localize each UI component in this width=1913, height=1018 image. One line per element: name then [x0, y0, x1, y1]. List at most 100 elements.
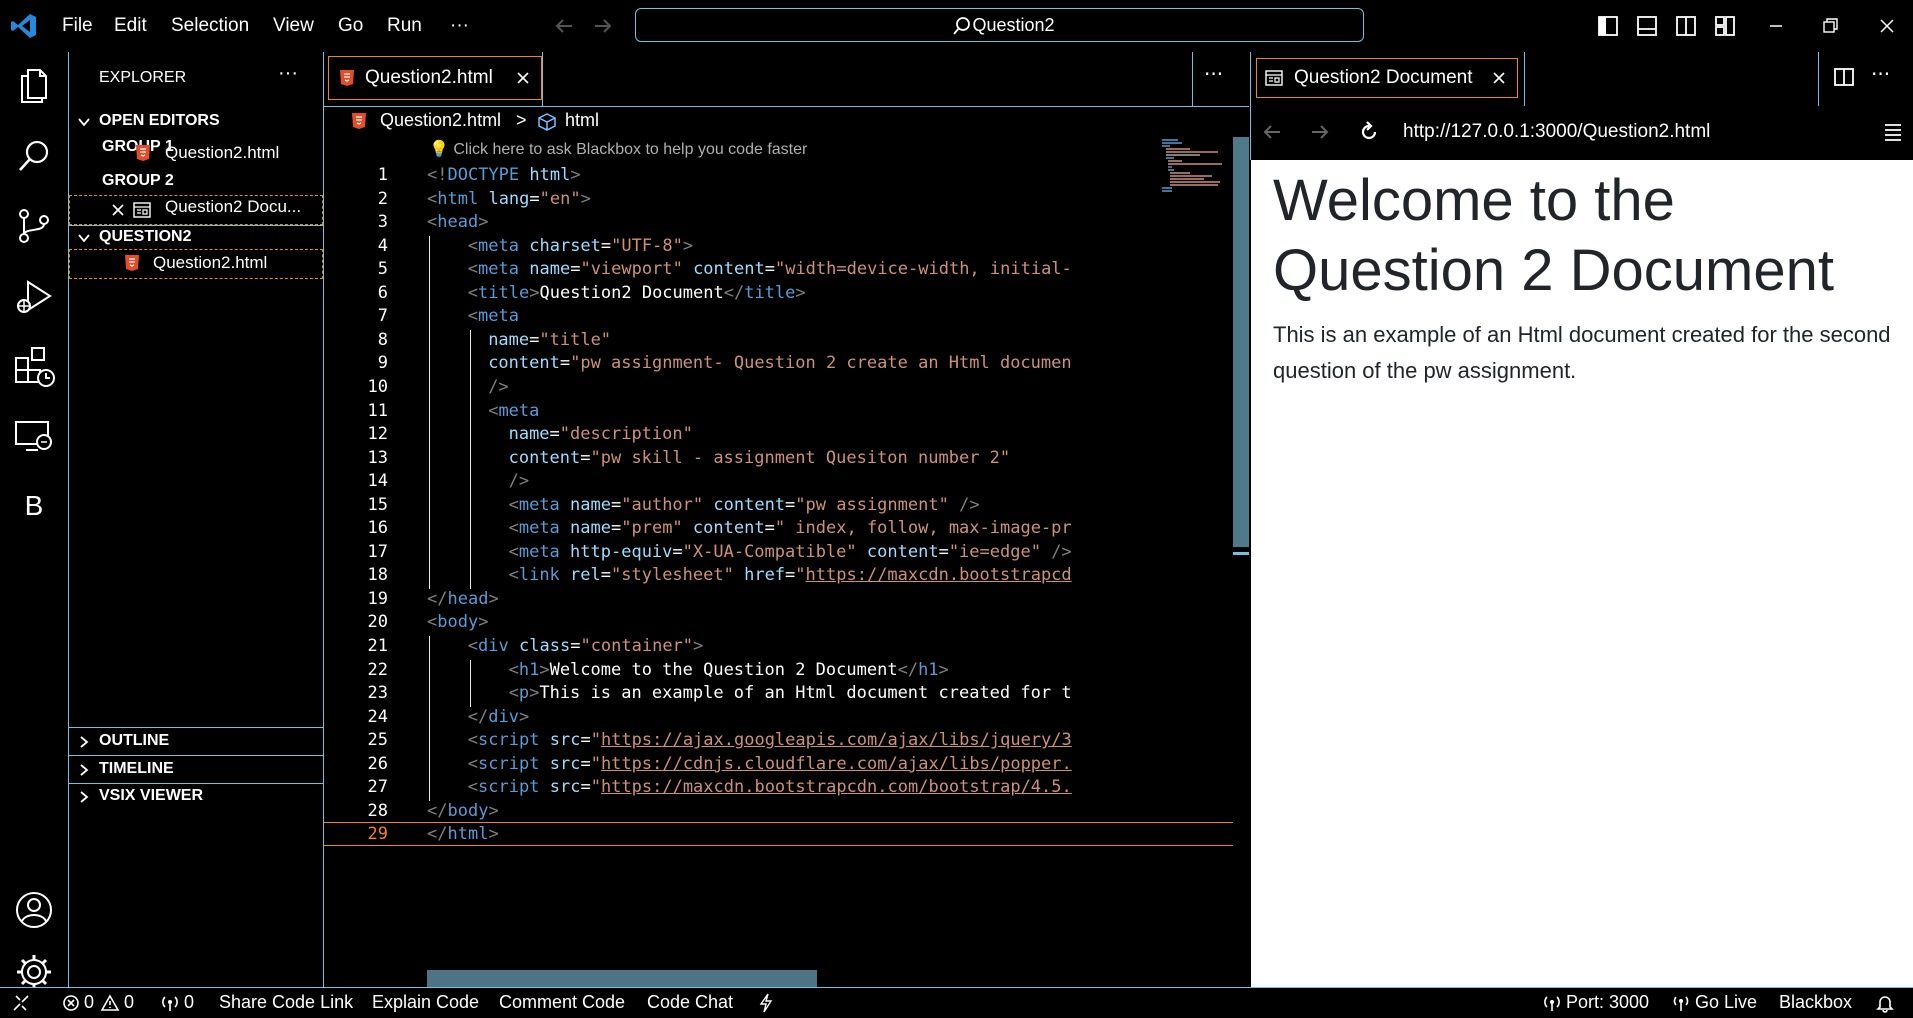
- blackbox-codelens[interactable]: 💡 Click here to ask Blackbox to help you…: [429, 139, 807, 159]
- notification-bell-icon[interactable]: [1875, 993, 1895, 1013]
- menu-edit[interactable]: Edit: [114, 0, 147, 52]
- warning-icon[interactable]: [101, 994, 119, 1012]
- breadcrumb-symbol[interactable]: html: [565, 110, 599, 131]
- line-number: 22: [367, 659, 388, 680]
- minimap[interactable]: [1160, 137, 1230, 197]
- editor-more-actions-button[interactable]: ···: [1204, 62, 1223, 86]
- go-live-button[interactable]: Go Live: [1695, 992, 1757, 1013]
- code-token: =: [570, 259, 581, 280]
- code-editor[interactable]: 💡 Click here to ask Blackbox to help you…: [324, 137, 1249, 987]
- search-icon[interactable]: [12, 134, 56, 178]
- chevron-right-icon[interactable]: [77, 790, 91, 804]
- remote-indicator-icon[interactable]: [12, 994, 30, 1012]
- code-token: meta: [478, 306, 519, 327]
- account-icon[interactable]: [12, 888, 56, 932]
- explain-code-button[interactable]: Explain Code: [372, 992, 479, 1013]
- menu-more[interactable]: ···: [450, 0, 469, 52]
- close-tab-icon[interactable]: [516, 71, 530, 85]
- code-token: https://ajax.googleapis.com/ajax/libs/jq…: [600, 730, 1072, 751]
- folder-file-question2-html[interactable]: Question2.html: [153, 253, 267, 273]
- broadcast-icon[interactable]: [160, 994, 180, 1012]
- error-icon[interactable]: [62, 994, 80, 1012]
- tab-question2-document[interactable]: Question2 Document: [1256, 58, 1518, 98]
- code-token: "viewport": [580, 259, 683, 280]
- comment-code-button[interactable]: Comment Code: [499, 992, 625, 1013]
- menu-go[interactable]: Go: [338, 0, 363, 52]
- code-token: https://maxcdn.bootstrapcdn.com/bootstra…: [600, 777, 1072, 798]
- split-editor-icon[interactable]: [1833, 66, 1855, 88]
- url-field[interactable]: http://127.0.0.1:3000/Question2.html: [1403, 121, 1710, 143]
- port-indicator[interactable]: Port: 3000: [1566, 992, 1649, 1013]
- toggle-panel-icon[interactable]: [1635, 14, 1659, 38]
- code-token: name: [570, 518, 611, 539]
- indent-guide: [469, 329, 471, 589]
- back-arrow-icon[interactable]: [552, 14, 576, 38]
- code-token: body: [447, 800, 489, 821]
- forward-arrow-icon[interactable]: [591, 14, 615, 38]
- blackbox-icon[interactable]: B: [12, 484, 56, 528]
- code-token: "UTF-8": [611, 235, 683, 256]
- explorer-more-button[interactable]: ···: [278, 62, 298, 85]
- code-token: "pw assignment- Question 2 create an Htm…: [570, 353, 1072, 374]
- chevron-down-icon[interactable]: [77, 115, 91, 129]
- tab-question2-html[interactable]: Question2.html: [328, 56, 542, 100]
- close-icon[interactable]: [111, 203, 125, 217]
- editor-scrollbar[interactable]: [1233, 137, 1249, 987]
- reload-icon[interactable]: [1357, 120, 1381, 144]
- menu-icon[interactable]: [1883, 122, 1903, 142]
- timeline-header[interactable]: TIMELINE: [99, 760, 174, 778]
- code-token: <!: [427, 165, 448, 185]
- code-token: html: [437, 188, 479, 209]
- close-window-icon[interactable]: [1875, 14, 1899, 38]
- browser-back-icon[interactable]: [1261, 121, 1283, 143]
- port-broadcast-icon[interactable]: [1542, 994, 1562, 1012]
- go-live-icon[interactable]: [1672, 994, 1690, 1012]
- close-tab-icon[interactable]: [1492, 71, 1506, 85]
- code-token: >: [488, 588, 499, 609]
- ports-count[interactable]: 0: [184, 992, 194, 1013]
- menu-file[interactable]: File: [62, 0, 93, 52]
- lightning-icon[interactable]: [759, 993, 773, 1013]
- customize-layout-icon[interactable]: [1713, 14, 1737, 38]
- minimize-icon[interactable]: [1764, 14, 1788, 38]
- menu-run[interactable]: Run: [387, 0, 422, 52]
- folder-header-question2[interactable]: QUESTION2: [99, 228, 191, 246]
- source-control-icon[interactable]: [12, 204, 56, 248]
- open-editor-question2-html[interactable]: Question2.html: [165, 143, 279, 163]
- chevron-right-icon[interactable]: [77, 735, 91, 749]
- menu-selection[interactable]: Selection: [171, 0, 249, 52]
- open-editors-header[interactable]: OPEN EDITORS: [99, 112, 220, 130]
- code-token: "stylesheet": [611, 565, 734, 586]
- vsix-viewer-header[interactable]: VSIX VIEWER: [99, 787, 203, 805]
- chevron-down-icon[interactable]: [77, 231, 91, 245]
- breadcrumb-file[interactable]: Question2.html: [380, 110, 501, 131]
- preview-more-actions-button[interactable]: ···: [1871, 62, 1890, 86]
- outline-header[interactable]: OUTLINE: [99, 732, 169, 750]
- toggle-secondary-sidebar-icon[interactable]: [1674, 14, 1698, 38]
- scrollbar-thumb[interactable]: [1233, 137, 1249, 547]
- blackbox-status-button[interactable]: Blackbox: [1779, 992, 1852, 1013]
- code-token: ": [590, 777, 601, 798]
- menu-view[interactable]: View: [273, 0, 314, 52]
- code-token: <: [508, 541, 519, 562]
- browser-forward-icon[interactable]: [1309, 121, 1331, 143]
- code-token: ": [590, 753, 601, 774]
- chevron-right-icon[interactable]: [77, 763, 91, 777]
- run-debug-icon[interactable]: [12, 274, 56, 318]
- line-number: 21: [367, 636, 388, 656]
- open-editor-question2-document[interactable]: Question2 Docu...: [165, 197, 301, 217]
- files-icon[interactable]: [12, 64, 56, 108]
- toggle-primary-sidebar-icon[interactable]: [1596, 14, 1620, 38]
- remote-explorer-icon[interactable]: [12, 414, 56, 458]
- line-number: 16: [367, 518, 388, 539]
- warning-count[interactable]: 0: [124, 992, 134, 1013]
- share-code-link-button[interactable]: Share Code Link: [219, 992, 353, 1013]
- command-center-search[interactable]: Question2: [635, 8, 1364, 42]
- code-chat-button[interactable]: Code Chat: [647, 992, 733, 1013]
- restore-icon[interactable]: [1818, 14, 1842, 38]
- error-count[interactable]: 0: [84, 992, 94, 1013]
- extensions-icon[interactable]: [12, 344, 56, 388]
- chevron-down-icon[interactable]: [77, 52, 91, 66]
